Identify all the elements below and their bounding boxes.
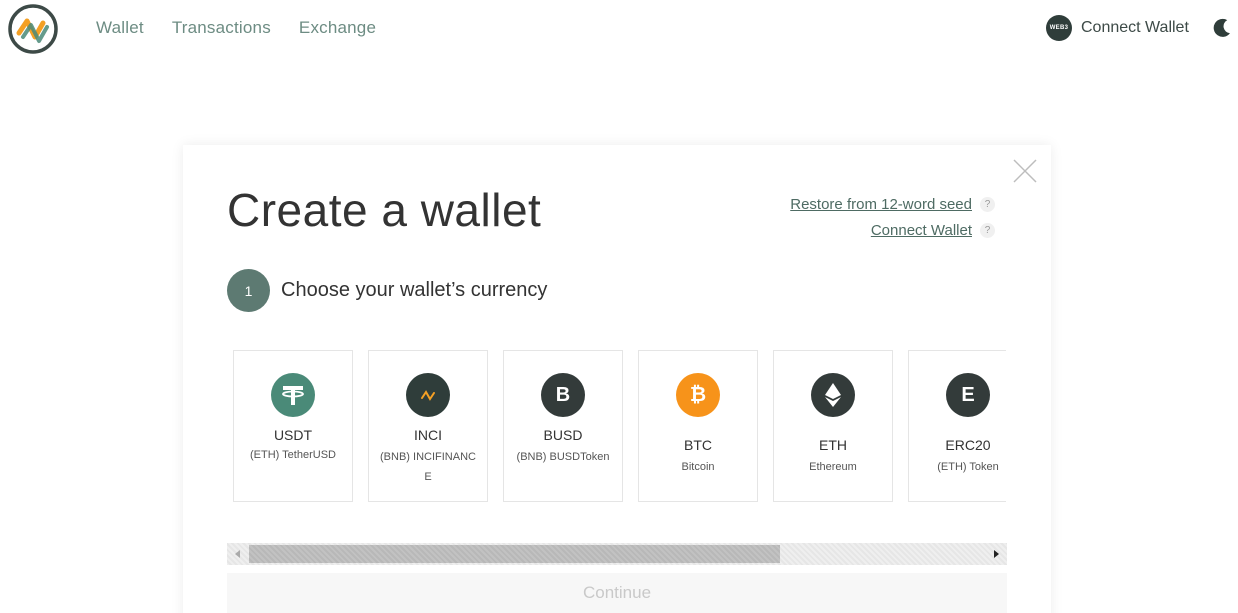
top-header: Wallet Transactions Exchange WEB3 Connec… [0, 0, 1238, 60]
currency-symbol: USDT [273, 427, 313, 443]
step-header: 1 Choose your wallet’s currency [227, 269, 547, 312]
scroll-right-icon[interactable] [985, 543, 1007, 565]
busd-icon: B [541, 373, 585, 417]
scroll-left-icon[interactable] [227, 543, 249, 565]
bitcoin-icon: ₿ [676, 373, 720, 417]
horizontal-scrollbar[interactable] [227, 543, 1007, 565]
currency-card-busd[interactable]: B BUSD (BNB) BUSDToken [503, 350, 623, 502]
logo-icon[interactable] [7, 3, 59, 55]
currency-list: USDT (ETH) TetherUSD INCI (BNB) INCIFINA… [233, 350, 1006, 510]
currency-symbol: ETH [819, 437, 847, 453]
help-icon[interactable]: ? [980, 196, 995, 212]
connect-wallet-button[interactable]: WEB3 Connect Wallet [1046, 15, 1189, 41]
help-icon[interactable]: ? [980, 222, 995, 238]
nav-exchange[interactable]: Exchange [299, 18, 376, 38]
web3-icon: WEB3 [1046, 15, 1072, 41]
currency-name: (BNB) INCIFINANCE [380, 451, 476, 483]
nav-transactions[interactable]: Transactions [172, 18, 271, 38]
currency-card-eth[interactable]: ETH Ethereum [773, 350, 893, 502]
currency-symbol: ERC20 [945, 437, 991, 453]
currency-card-btc[interactable]: ₿ BTC Bitcoin [638, 350, 758, 502]
connect-wallet-label: Connect Wallet [1081, 19, 1189, 36]
tether-icon [271, 373, 315, 417]
currency-name: Ethereum [809, 461, 857, 473]
moon-icon[interactable] [1210, 16, 1234, 40]
currency-name: Bitcoin [681, 461, 715, 473]
ethereum-icon [811, 373, 855, 417]
inci-icon [406, 373, 450, 417]
side-links: Restore from 12-word seed ? Connect Wall… [790, 191, 995, 243]
currency-card-erc20[interactable]: E ERC20 (ETH) Token [908, 350, 1006, 502]
connect-wallet-link[interactable]: Connect Wallet [871, 222, 972, 239]
scrollbar-thumb[interactable] [249, 545, 780, 563]
continue-button[interactable]: Continue [227, 573, 1007, 613]
create-wallet-modal: Create a wallet Restore from 12-word see… [183, 145, 1051, 613]
restore-seed-link[interactable]: Restore from 12-word seed [790, 196, 972, 213]
main-nav: Wallet Transactions Exchange [96, 18, 376, 38]
nav-wallet[interactable]: Wallet [96, 18, 144, 38]
currency-symbol: BTC [684, 437, 712, 453]
page-title: Create a wallet [227, 184, 542, 236]
currency-card-usdt[interactable]: USDT (ETH) TetherUSD [233, 350, 353, 502]
currency-card-inci[interactable]: INCI (BNB) INCIFINANCE [368, 350, 488, 502]
currency-name: (ETH) Token [937, 461, 999, 473]
step-label: Choose your wallet’s currency [281, 279, 548, 301]
step-number-badge: 1 [227, 269, 270, 312]
currency-symbol: INCI [414, 427, 442, 443]
close-icon[interactable] [1011, 157, 1039, 185]
currency-name: (ETH) TetherUSD [250, 449, 336, 461]
currency-symbol: BUSD [543, 427, 583, 443]
erc20-icon: E [946, 373, 990, 417]
currency-name: (BNB) BUSDToken [516, 451, 610, 463]
